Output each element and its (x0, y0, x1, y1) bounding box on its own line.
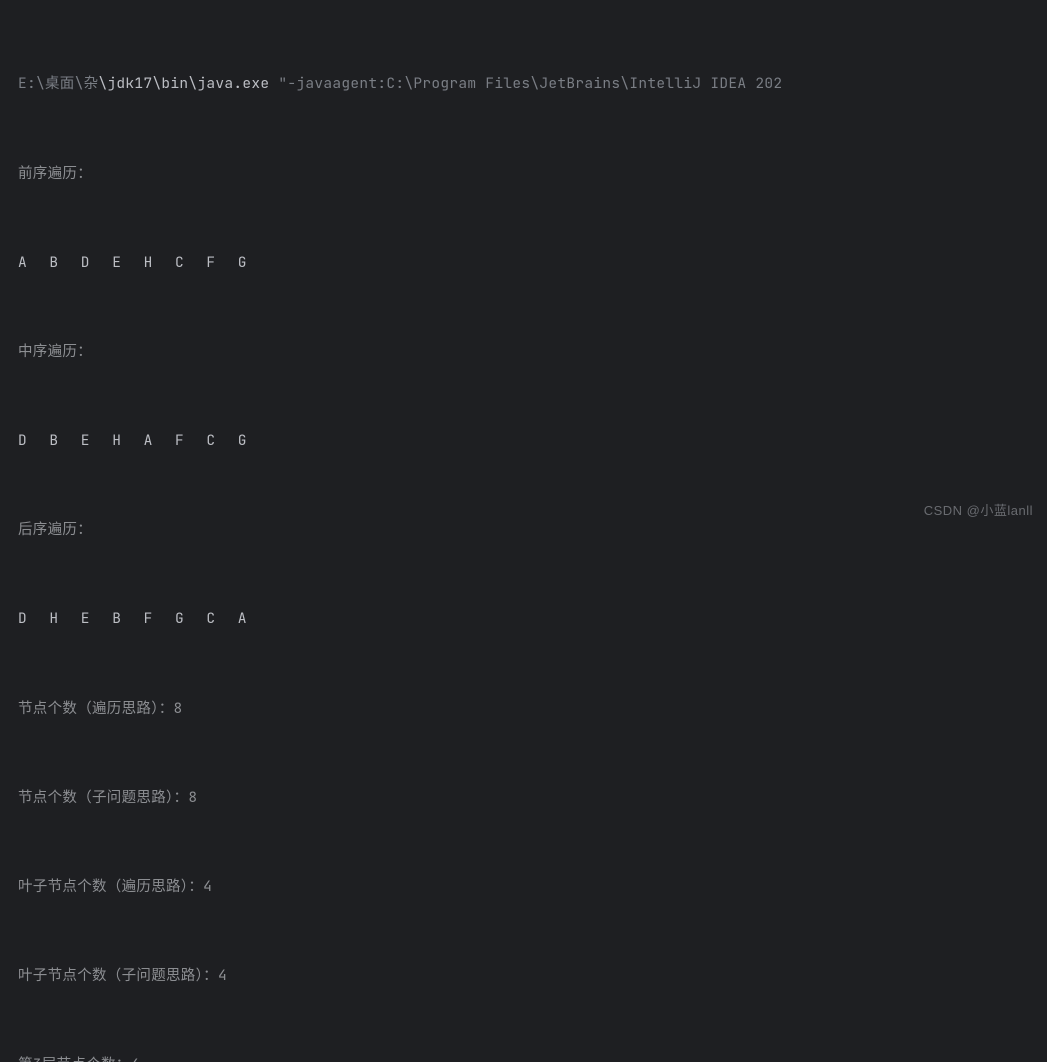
command-line: E:\桌面\杂\jdk17\bin\java.exe "-javaagent:C… (18, 69, 1029, 99)
node-count-subproblem: 节点个数（子问题思路）：8 (18, 783, 1029, 813)
preorder-value: A B D E H C F G (18, 248, 1029, 278)
node-count-traverse: 节点个数（遍历思路）：8 (18, 694, 1029, 724)
command-args: "-javaagent:C:\Program Files\JetBrains\I… (269, 74, 782, 93)
command-prefix: E:\桌面\杂 (18, 74, 98, 93)
inorder-value: D B E H A F C G (18, 426, 1029, 456)
preorder-label: 前序遍历： (18, 159, 1029, 189)
leaf-count-subproblem: 叶子节点个数（子问题思路）：4 (18, 961, 1029, 991)
postorder-value: D H E B F G C A (18, 604, 1029, 634)
command-path: \jdk17\bin\java.exe (98, 74, 269, 93)
inorder-label: 中序遍历： (18, 337, 1029, 367)
csdn-watermark: CSDN @小蓝lanll (924, 498, 1033, 525)
postorder-label: 后序遍历： (18, 515, 1029, 545)
console-output-panel: E:\桌面\杂\jdk17\bin\java.exe "-javaagent:C… (18, 10, 1029, 1062)
level3-node-count: 第3层节点个数：4 (18, 1050, 1029, 1062)
leaf-count-traverse: 叶子节点个数（遍历思路）：4 (18, 872, 1029, 902)
